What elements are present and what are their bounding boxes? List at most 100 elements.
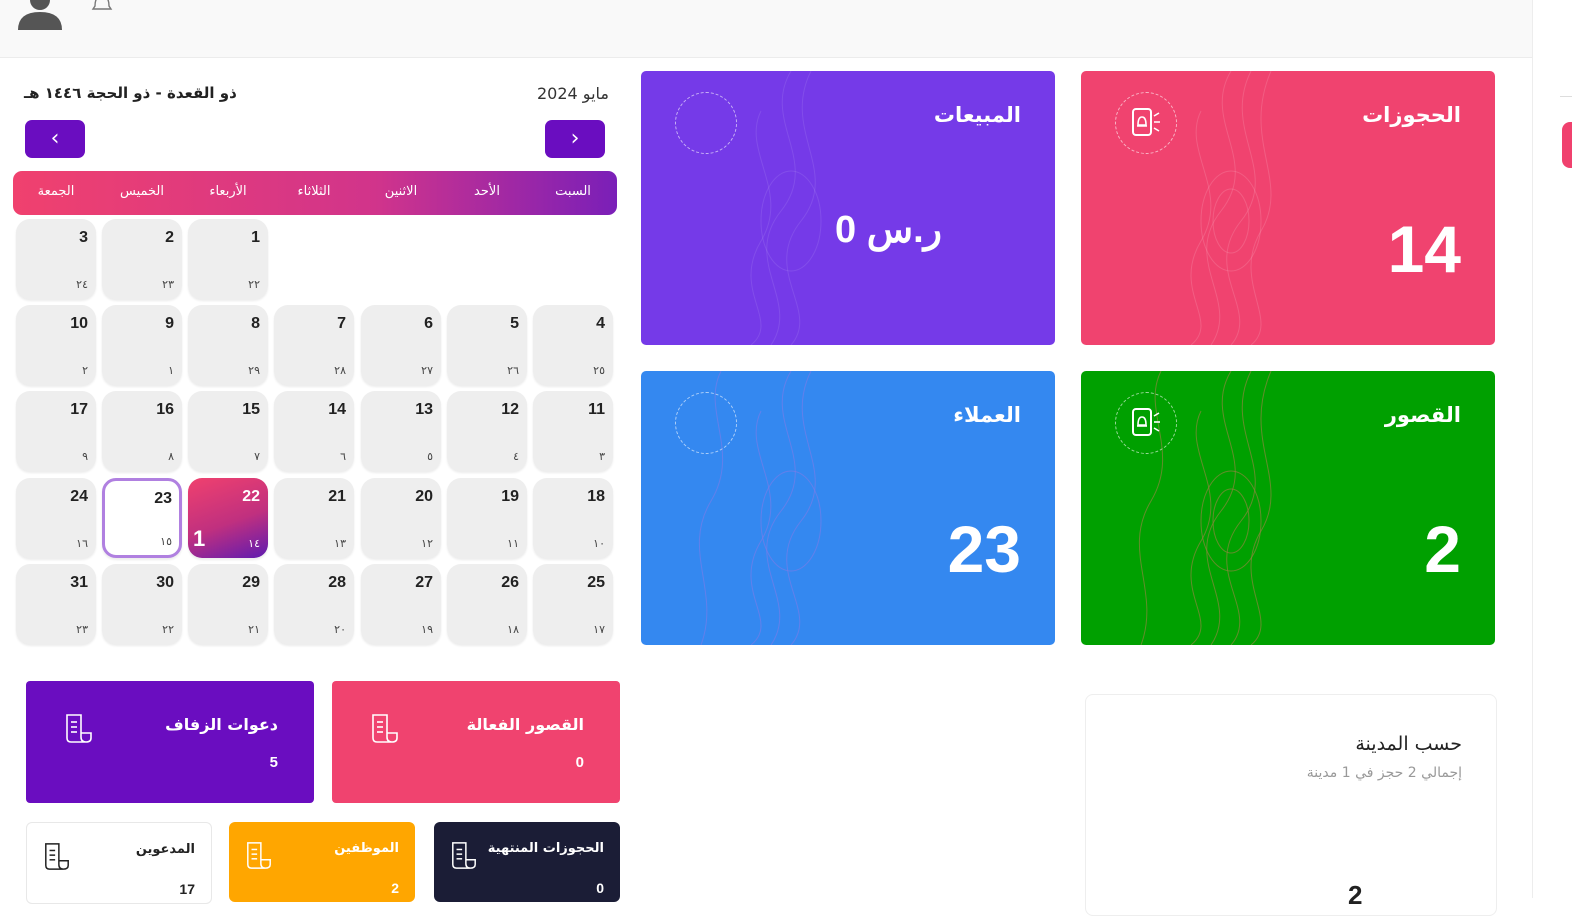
hijri-date: ٢٩ xyxy=(248,364,260,377)
calendar-day[interactable]: 30 ٢٢ xyxy=(102,564,182,644)
gregorian-date: 8 xyxy=(251,315,260,332)
calendar-day[interactable]: 23 ١٥ xyxy=(102,478,182,558)
hijri-date: ٢٢ xyxy=(248,278,260,291)
gregorian-date: 11 xyxy=(588,401,605,418)
hijri-date: ٢١ xyxy=(248,623,260,636)
calendar-day[interactable]: 5 ٢٦ xyxy=(447,305,527,385)
palaces-card[interactable]: القصور 2 xyxy=(1081,371,1495,645)
calendar-day[interactable]: 21 ١٣ xyxy=(274,478,354,558)
calendar-day[interactable]: 16 ٨ xyxy=(102,391,182,471)
calendar-day[interactable]: 8 ٢٩ xyxy=(188,305,268,385)
calendar-day[interactable]: 18 ١٠ xyxy=(533,478,613,558)
hijri-date: ١٩ xyxy=(421,623,433,636)
calendar-day[interactable]: 9١ xyxy=(102,305,182,385)
sales-card[interactable]: المبيعات 0 ر.س xyxy=(641,71,1055,345)
gregorian-date: 18 xyxy=(587,488,605,505)
gregorian-date: 23 xyxy=(154,490,172,507)
active-palaces-card[interactable]: القصور الفعالة 0 xyxy=(332,681,620,803)
gregorian-date: 30 xyxy=(156,574,174,591)
active-palaces-value: 0 xyxy=(575,754,584,771)
next-month-button[interactable]: › xyxy=(545,120,605,158)
calendar-day[interactable]: 29 ٢١ xyxy=(188,564,268,644)
calendar-day[interactable]: 22 ١٤ 1 xyxy=(188,478,268,558)
calendar-day[interactable]: 15 ٧ xyxy=(188,391,268,471)
calendar-day[interactable]: 13 ٥ xyxy=(361,391,441,471)
gregorian-date: 10 xyxy=(70,315,88,332)
hijri-date: ٢٥ xyxy=(593,364,605,377)
gregorian-date: 2 xyxy=(165,229,174,246)
weekday-label: الخميس xyxy=(120,184,164,199)
calendar-day[interactable]: 17 ٩ xyxy=(16,391,96,471)
calendar-day[interactable]: 31 ٢٣ xyxy=(16,564,96,644)
hijri-date: ٢٢ xyxy=(162,623,174,636)
calendar-day[interactable]: 24 ١٦ xyxy=(16,478,96,558)
calendar-day[interactable]: 6 ٢٧ xyxy=(361,305,441,385)
hijri-date: ٤ xyxy=(513,450,519,463)
prev-month-button[interactable]: ‹ xyxy=(25,120,85,158)
calendar-day[interactable]: 27 ١٩ xyxy=(361,564,441,644)
bookings-title: الحجوزات xyxy=(1362,103,1461,127)
employees-card[interactable]: الموظفين 2 xyxy=(229,822,415,902)
hijri-date: ١١ xyxy=(507,537,519,550)
calendar-day[interactable]: 25 ١٧ xyxy=(533,564,613,644)
contour-pattern xyxy=(750,71,822,345)
bell-icon[interactable] xyxy=(91,0,113,16)
bookings-card[interactable]: الحجوزات 14 xyxy=(1081,71,1495,345)
by-city-title: حسب المدينة xyxy=(1355,733,1462,755)
gregorian-date: 19 xyxy=(501,488,519,505)
receipt-icon xyxy=(66,714,92,743)
calendar-day[interactable]: 19 ١١ xyxy=(447,478,527,558)
bookings-icon-ring xyxy=(1115,92,1177,154)
calendar-day[interactable]: 28 ٢٠ xyxy=(274,564,354,644)
gregorian-date: 22 xyxy=(242,488,260,505)
hijri-date: ٦ xyxy=(340,450,346,463)
sidebar-active-tab[interactable] xyxy=(1562,122,1572,168)
hijri-date: ٩ xyxy=(82,450,88,463)
wedding-invites-value: 5 xyxy=(269,754,278,771)
gregorian-date: 5 xyxy=(510,315,519,332)
contour-pattern xyxy=(1190,71,1272,345)
calendar-day[interactable]: 20 ١٢ xyxy=(361,478,441,558)
gregorian-date: 28 xyxy=(328,574,346,591)
calendar-hijri-label: ذو القعدة - ذو الحجة ١٤٤٦ هـ xyxy=(24,84,237,102)
gregorian-date: 15 xyxy=(242,401,260,418)
calendar-day[interactable]: 4 ٢٥ xyxy=(533,305,613,385)
phone-bell-icon xyxy=(1132,408,1160,436)
gregorian-date: 31 xyxy=(70,574,88,591)
user-avatar-icon[interactable] xyxy=(18,0,62,30)
top-bar xyxy=(0,0,1532,58)
customers-card[interactable]: العملاء 23 xyxy=(641,371,1055,645)
weekday-label: السبت xyxy=(555,184,591,199)
hijri-date: ٣ xyxy=(599,450,605,463)
customers-value: 23 xyxy=(947,512,1021,586)
calendar-day[interactable]: 2 ٢٣ xyxy=(102,219,182,299)
calendar-day[interactable]: 3 ٢٤ xyxy=(16,219,96,299)
calendar-day[interactable]: 10 ٢ xyxy=(16,305,96,385)
weekday-label: الأحد xyxy=(474,184,500,199)
finished-bookings-card[interactable]: الحجوزات المنتهية 0 xyxy=(434,822,620,902)
hijri-date: ١٦ xyxy=(76,537,88,550)
bookings-value: 14 xyxy=(1387,212,1461,286)
calendar-day[interactable]: 1 ٢٢ xyxy=(188,219,268,299)
calendar-day[interactable]: 14 ٦ xyxy=(274,391,354,471)
gregorian-date: 12 xyxy=(501,401,519,418)
gregorian-date: 25 xyxy=(587,574,605,591)
invitees-card[interactable]: المدعوين 17 xyxy=(26,822,212,904)
wedding-invites-card[interactable]: دعوات الزفاف 5 xyxy=(26,681,314,803)
gregorian-date: 16 xyxy=(156,401,174,418)
hijri-date: ٢٧ xyxy=(421,364,433,377)
gregorian-date: 24 xyxy=(70,488,88,505)
hijri-date: ٢٨ xyxy=(334,364,346,377)
wedding-invites-title: دعوات الزفاف xyxy=(165,715,278,734)
calendar-day[interactable]: 12 ٤ xyxy=(447,391,527,471)
calendar-day[interactable]: 26 ١٨ xyxy=(447,564,527,644)
palaces-title: القصور xyxy=(1384,403,1461,427)
finished-bookings-value: 0 xyxy=(596,880,604,896)
receipt-icon xyxy=(247,842,271,869)
gregorian-date: 7 xyxy=(337,315,346,332)
hijri-date: ١٢ xyxy=(421,537,433,550)
gregorian-date: 3 xyxy=(79,229,88,246)
calendar-day[interactable]: 11 ٣ xyxy=(533,391,613,471)
calendar-day[interactable]: 7 ٢٨ xyxy=(274,305,354,385)
gregorian-date: 6 xyxy=(424,315,433,332)
